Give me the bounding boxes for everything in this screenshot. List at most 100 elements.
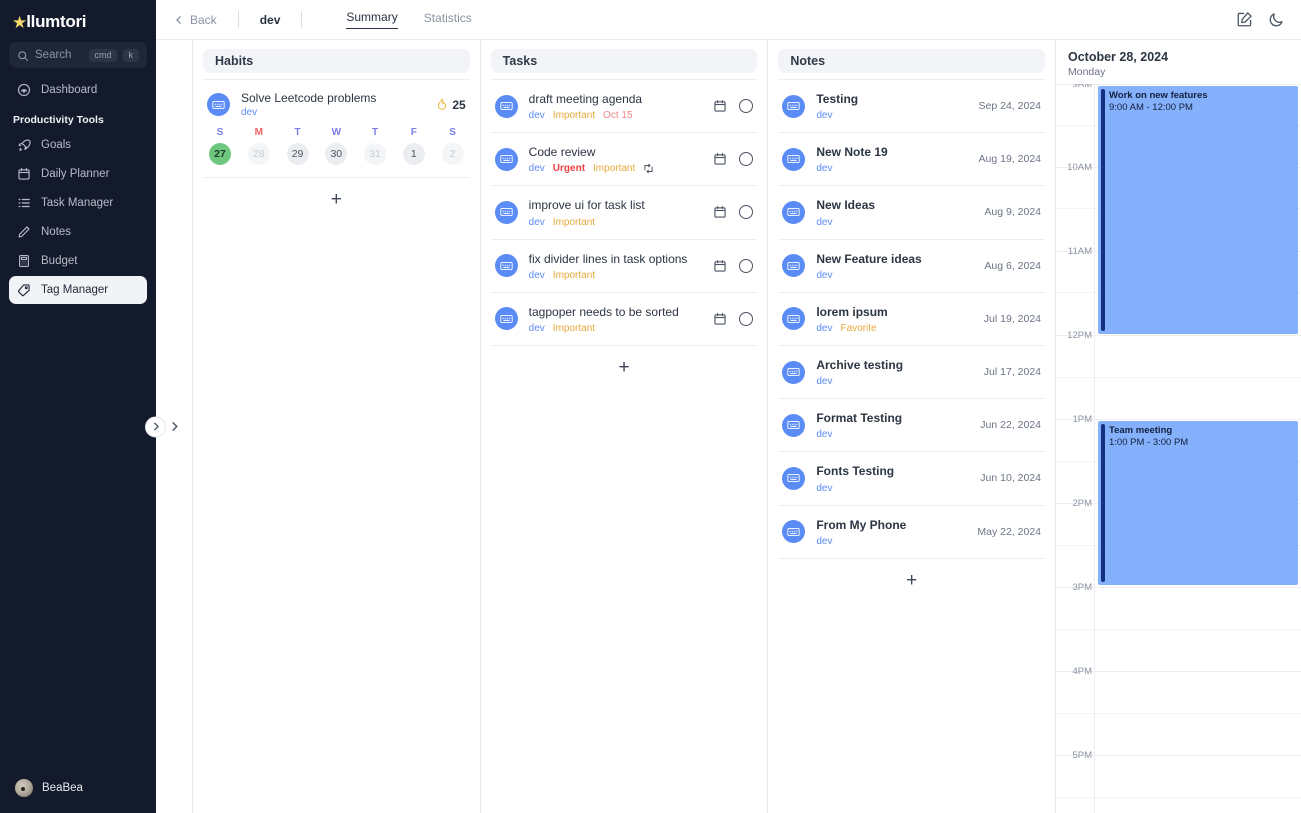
habit-tag: dev: [241, 107, 258, 118]
sidebar-item-label: Budget: [41, 255, 78, 267]
task-checkbox[interactable]: [739, 152, 754, 167]
tag-dev[interactable]: dev: [816, 217, 832, 228]
expand-sidebar-button[interactable]: [165, 418, 183, 436]
tag-dev[interactable]: dev: [816, 536, 832, 547]
tag-dev[interactable]: dev: [529, 110, 545, 121]
sidebar-item-goals[interactable]: Goals: [9, 131, 147, 159]
tag-dev[interactable]: dev: [529, 323, 545, 334]
user-name: BeaBea: [42, 782, 83, 794]
task-row[interactable]: Code review dev Urgent Important: [490, 132, 758, 185]
note-row[interactable]: New Ideas dev Aug 9, 2024: [778, 185, 1046, 238]
keyboard-icon: [500, 208, 513, 217]
kbd-k: k: [122, 48, 139, 62]
sidebar-item-task-manager[interactable]: Task Manager: [9, 189, 147, 217]
task-row[interactable]: fix divider lines in task options dev Im…: [490, 238, 758, 292]
hour-label: 11AM: [1067, 246, 1092, 257]
note-icon-chip: [782, 254, 806, 278]
sidebar-item-budget[interactable]: Budget: [9, 247, 147, 275]
task-row[interactable]: tagpoper needs to be sorted dev Importan…: [490, 291, 758, 345]
tag-urgent[interactable]: Urgent: [553, 163, 585, 174]
add-note-button[interactable]: +: [778, 557, 1046, 602]
calendar-icon[interactable]: [713, 99, 727, 113]
habit-card[interactable]: Solve Leetcode problems dev 25 S 27 M 28…: [203, 79, 470, 177]
note-row[interactable]: Fonts Testing dev Jun 10, 2024: [778, 451, 1046, 504]
note-row[interactable]: Archive testing dev Jul 17, 2024: [778, 344, 1046, 398]
calendar-icon[interactable]: [713, 259, 727, 273]
tag-important[interactable]: Important: [553, 110, 595, 121]
note-row[interactable]: New Note 19 dev Aug 19, 2024: [778, 132, 1046, 185]
note-date: Jun 22, 2024: [980, 419, 1042, 432]
add-habit-button[interactable]: +: [203, 177, 470, 221]
habit-day[interactable]: S 2: [438, 127, 468, 165]
note-row[interactable]: lorem ipsum dev Favorite Jul 19, 2024: [778, 291, 1046, 345]
moon-icon[interactable]: [1268, 11, 1285, 28]
tag-dev[interactable]: dev: [816, 376, 832, 387]
habits-list: Solve Leetcode problems dev 25 S 27 M 28…: [203, 79, 470, 813]
keyboard-icon: [787, 155, 800, 164]
collapse-calendar-button[interactable]: [145, 416, 166, 437]
calendar-grid[interactable]: 9AM 10AM 11AM 12PM 1PM 2PM 3PM 4PM 5PM W…: [1056, 84, 1301, 813]
note-date: Sep 24, 2024: [978, 100, 1042, 113]
tag-important[interactable]: Important: [553, 323, 595, 334]
habit-day[interactable]: T 31: [360, 127, 390, 165]
tab-statistics[interactable]: Statistics: [424, 11, 472, 29]
note-row[interactable]: Testing dev Sep 24, 2024: [778, 79, 1046, 132]
note-tags: dev: [816, 270, 973, 281]
habit-day[interactable]: W 30: [321, 127, 351, 165]
habit-icon-chip: [207, 93, 230, 116]
edit-icon[interactable]: [1236, 11, 1253, 28]
task-checkbox[interactable]: [739, 205, 754, 220]
calendar-half-row: [1056, 629, 1301, 671]
sidebar-item-tag-manager[interactable]: Tag Manager: [9, 276, 147, 304]
tag-dev[interactable]: dev: [816, 429, 832, 440]
add-task-button[interactable]: +: [490, 344, 758, 389]
calculator-icon: [17, 254, 31, 268]
sidebar-item-dashboard[interactable]: Dashboard: [9, 76, 147, 104]
tag-dev[interactable]: dev: [816, 483, 832, 494]
habit-day[interactable]: M 28: [244, 127, 274, 165]
search-input[interactable]: Search cmd k: [9, 42, 147, 68]
tag-dev[interactable]: dev: [816, 323, 832, 334]
task-row[interactable]: draft meeting agenda dev Important Oct 1…: [490, 79, 758, 132]
chevron-right-icon: [153, 422, 159, 431]
calendar-half-row: [1056, 797, 1301, 813]
column-header-notes: Notes: [778, 49, 1046, 73]
note-row[interactable]: Format Testing dev Jun 22, 2024: [778, 398, 1046, 451]
tag-dev[interactable]: dev: [529, 163, 545, 174]
task-checkbox[interactable]: [739, 99, 754, 114]
calendar-icon[interactable]: [713, 152, 727, 166]
tab-bar: Summary Statistics: [346, 10, 472, 29]
task-checkbox[interactable]: [739, 311, 754, 326]
sidebar-item-notes[interactable]: Notes: [9, 218, 147, 246]
tag-important[interactable]: Important: [553, 217, 595, 228]
note-row[interactable]: New Feature ideas dev Aug 6, 2024: [778, 238, 1046, 292]
tag-important[interactable]: Important: [593, 163, 635, 174]
tag-dev[interactable]: dev: [816, 110, 832, 121]
tag-dev[interactable]: dev: [816, 270, 832, 281]
habit-day[interactable]: F 1: [399, 127, 429, 165]
habit-day[interactable]: S 27: [205, 127, 235, 165]
note-row[interactable]: From My Phone dev May 22, 2024: [778, 504, 1046, 558]
note-content: From My Phone dev: [816, 517, 966, 547]
task-checkbox[interactable]: [739, 258, 754, 273]
calendar-icon[interactable]: [713, 205, 727, 219]
avatar: [15, 779, 33, 797]
sidebar-item-daily-planner[interactable]: Daily Planner: [9, 160, 147, 188]
tag-dev[interactable]: dev: [529, 270, 545, 281]
back-button[interactable]: Back: [174, 13, 217, 27]
note-title: From My Phone: [816, 517, 907, 532]
tab-summary[interactable]: Summary: [346, 10, 398, 29]
day-number: 30: [325, 143, 348, 165]
tag-dev[interactable]: dev: [816, 163, 832, 174]
user-profile[interactable]: BeaBea: [9, 769, 147, 813]
tag-dev[interactable]: dev: [529, 217, 545, 228]
calendar-icon[interactable]: [713, 312, 727, 326]
calendar-event[interactable]: Team meeting 1:00 PM - 3:00 PM: [1098, 421, 1298, 585]
task-row[interactable]: improve ui for task list dev Important: [490, 185, 758, 238]
note-icon-chip: [782, 466, 806, 490]
tag-favorite[interactable]: Favorite: [840, 323, 876, 334]
tag-important[interactable]: Important: [553, 270, 595, 281]
habit-day[interactable]: T 29: [283, 127, 313, 165]
task-title: improve ui for task list: [528, 198, 645, 213]
calendar-event[interactable]: Work on new features 9:00 AM - 12:00 PM: [1098, 86, 1298, 334]
